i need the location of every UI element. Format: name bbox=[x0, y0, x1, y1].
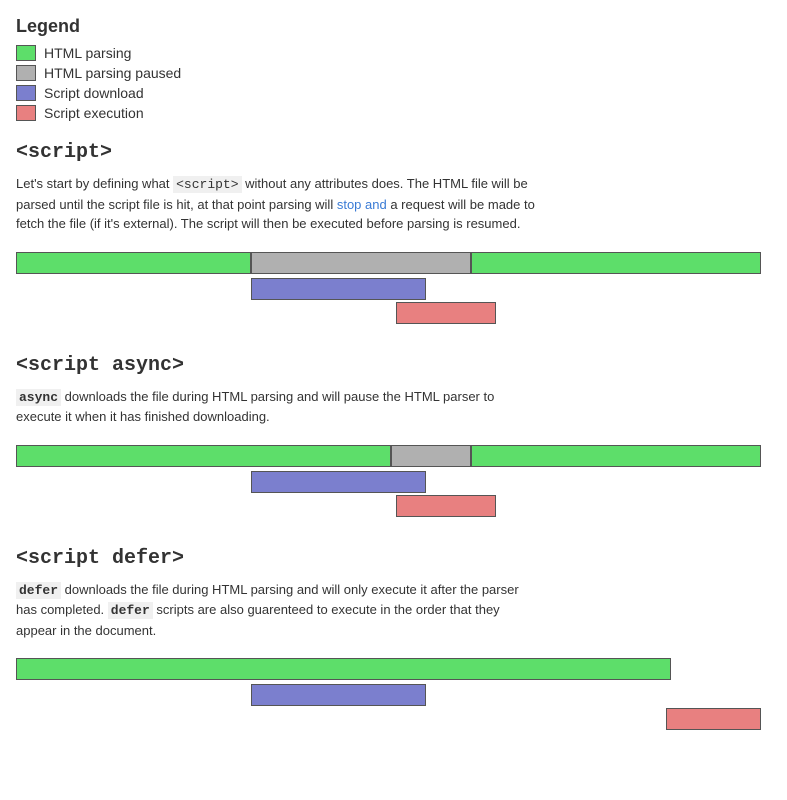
legend-item: Script execution bbox=[16, 105, 771, 121]
diagram-script bbox=[16, 250, 766, 330]
section-title-script-async: <script async> bbox=[16, 354, 771, 377]
legend-item: Script download bbox=[16, 85, 771, 101]
legend-color-box bbox=[16, 65, 36, 81]
section-script-defer: <script defer> defer downloads the file d… bbox=[16, 547, 771, 737]
section-title-script: <script> bbox=[16, 141, 771, 164]
inline-code: <script> bbox=[173, 176, 241, 193]
diagram-script-defer bbox=[16, 656, 766, 736]
legend-item: HTML parsing paused bbox=[16, 65, 771, 81]
bar-gray bbox=[391, 445, 471, 467]
section-script: <script>Let's start by defining what <sc… bbox=[16, 141, 771, 330]
highlighted-text: stop and bbox=[337, 197, 387, 212]
legend-title: Legend bbox=[16, 16, 771, 37]
legend-items: HTML parsing HTML parsing paused Script do… bbox=[16, 45, 771, 121]
legend-label: Script download bbox=[44, 85, 144, 101]
description-script-defer: defer downloads the file during HTML par… bbox=[16, 580, 536, 641]
legend-label: Script execution bbox=[44, 105, 144, 121]
inline-code-bold: async bbox=[16, 389, 61, 406]
bar-green bbox=[16, 658, 671, 680]
diagram-script-async bbox=[16, 443, 766, 523]
inline-code-bold: defer bbox=[108, 602, 153, 619]
section-script-async: <script async> async downloads the file d… bbox=[16, 354, 771, 523]
description-script: Let's start by defining what <script> wi… bbox=[16, 174, 536, 234]
description-script-async: async downloads the file during HTML par… bbox=[16, 387, 536, 427]
bar-pink bbox=[396, 302, 496, 324]
bar-green bbox=[16, 445, 391, 467]
bar-green bbox=[16, 252, 251, 274]
section-title-script-defer: <script defer> bbox=[16, 547, 771, 570]
bar-green bbox=[471, 445, 761, 467]
bar-blue bbox=[251, 278, 426, 300]
legend-color-box bbox=[16, 85, 36, 101]
legend-color-box bbox=[16, 45, 36, 61]
bar-pink bbox=[396, 495, 496, 517]
legend-item: HTML parsing bbox=[16, 45, 771, 61]
bar-blue bbox=[251, 471, 426, 493]
bar-green bbox=[471, 252, 761, 274]
legend-label: HTML parsing paused bbox=[44, 65, 181, 81]
legend-label: HTML parsing bbox=[44, 45, 131, 61]
inline-code-bold: defer bbox=[16, 582, 61, 599]
bar-pink bbox=[666, 708, 761, 730]
legend-section: Legend HTML parsing HTML parsing paused Sc… bbox=[16, 16, 771, 121]
bar-gray bbox=[251, 252, 471, 274]
legend-color-box bbox=[16, 105, 36, 121]
bar-blue bbox=[251, 684, 426, 706]
